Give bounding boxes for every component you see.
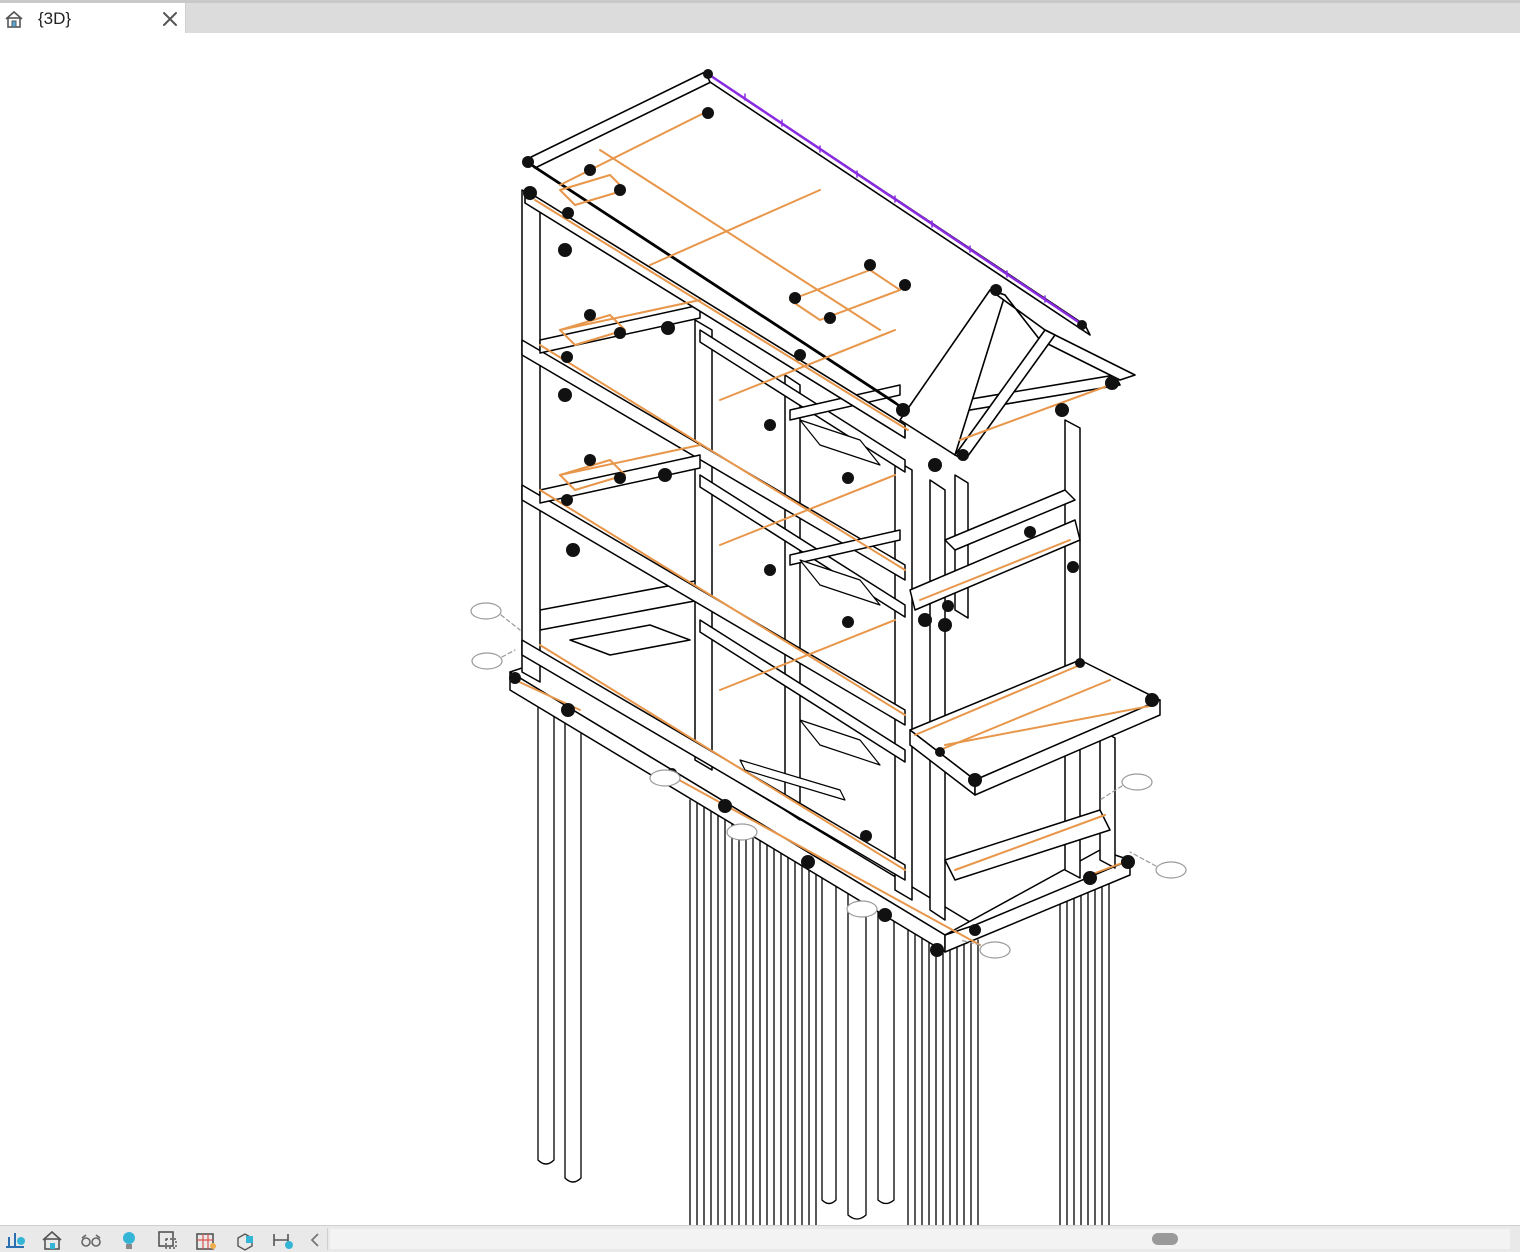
tab-title: {3D} — [38, 9, 72, 28]
temporary-hide-icon[interactable] — [271, 1229, 295, 1251]
scrollbar-thumb[interactable] — [1152, 1233, 1178, 1245]
view-tab-bar: {3D} — [0, 0, 1520, 36]
visual-style-icon[interactable] — [40, 1229, 64, 1251]
gable-roof — [899, 289, 1136, 461]
shadows-icon[interactable] — [117, 1229, 141, 1251]
show-crop-region-icon[interactable] — [194, 1229, 218, 1251]
collapse-arrow-icon[interactable] — [305, 1229, 325, 1251]
structural-model-drawing — [470, 69, 1187, 1225]
locked-3d-view-icon[interactable] — [233, 1229, 257, 1251]
status-separator — [327, 1228, 328, 1250]
crop-view-icon[interactable] — [156, 1229, 180, 1251]
close-icon[interactable] — [160, 9, 180, 29]
home-3d-icon — [5, 10, 23, 28]
view-control-bar — [0, 1225, 1520, 1252]
tab-3d-view[interactable]: {3D} — [0, 3, 186, 36]
3d-model-viewport[interactable] — [0, 33, 1520, 1225]
roof-frame — [524, 71, 1121, 439]
detail-level-icon[interactable] — [3, 1229, 27, 1251]
piles — [537, 699, 1110, 1225]
sun-path-icon[interactable] — [79, 1229, 103, 1251]
horizontal-scrollbar[interactable] — [330, 1229, 1510, 1249]
stair — [739, 419, 881, 801]
